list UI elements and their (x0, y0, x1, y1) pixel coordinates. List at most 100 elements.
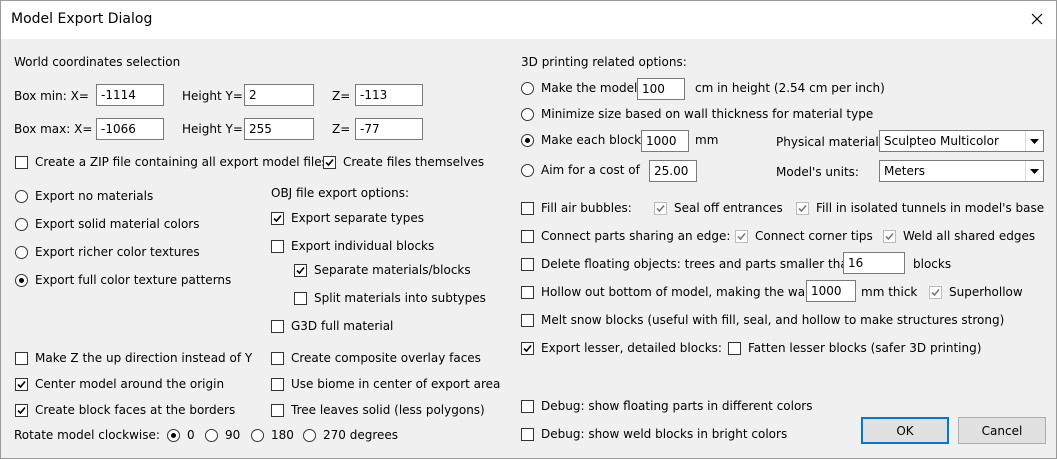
physical-material-select[interactable]: Sculpteo Multicolor (879, 130, 1044, 152)
rotate-270-radio[interactable] (303, 429, 316, 442)
g3d-checkbox[interactable] (271, 320, 284, 333)
box-max-z-label: Z= (332, 122, 351, 136)
biome-checkbox[interactable] (271, 378, 284, 391)
center-model-checkbox[interactable] (15, 378, 28, 391)
full-texture-radio[interactable] (15, 274, 28, 287)
physical-material-value: Sculpteo Multicolor (884, 134, 999, 148)
rotate-180-radio[interactable] (251, 429, 264, 442)
composite-faces-label: Create composite overlay faces (291, 351, 481, 365)
full-texture-label: Export full color texture patterns (35, 273, 232, 287)
close-button[interactable] (1023, 5, 1051, 33)
box-min-y-input[interactable]: 2 (244, 84, 314, 106)
rotate-0-radio[interactable] (167, 429, 180, 442)
cancel-button[interactable]: Cancel (958, 417, 1046, 444)
hollow-suffix: mm thick (861, 285, 918, 299)
solid-colors-radio[interactable] (15, 218, 28, 231)
model-units-label: Model's units: (776, 165, 859, 179)
weld-edges-label: Weld all shared edges (903, 229, 1036, 243)
separate-materials-checkbox[interactable] (294, 264, 307, 277)
seal-entrances-label: Seal off entrances (674, 201, 783, 215)
minimize-label: Minimize size based on wall thickness fo… (541, 107, 874, 121)
box-max-x-input[interactable]: -1066 (96, 118, 164, 140)
export-lesser-checkbox[interactable] (521, 342, 534, 355)
debug-floating-checkbox[interactable] (521, 400, 534, 413)
box-min-z-label: Z= (332, 89, 351, 103)
superhollow-label: Superhollow (949, 285, 1023, 299)
hollow-checkbox[interactable] (521, 286, 534, 299)
rotate-0-label: 0 (187, 428, 195, 442)
physical-material-label: Physical material: (776, 135, 883, 149)
fill-air-label: Fill air bubbles: (541, 201, 632, 215)
separate-types-label: Export separate types (291, 211, 424, 225)
composite-faces-checkbox[interactable] (271, 352, 284, 365)
checkmark-icon (656, 204, 665, 213)
delete-floating-label: Delete floating objects: trees and parts… (541, 257, 856, 271)
center-model-label: Center model around the origin (35, 377, 225, 391)
export-lesser-label: Export lesser, detailed blocks: (541, 341, 722, 355)
fill-tunnels-label: Fill in isolated tunnels in model's base (816, 201, 1045, 215)
connect-parts-checkbox[interactable] (521, 230, 534, 243)
box-max-height-label: Height Y= (182, 122, 243, 136)
chevron-down-icon (1025, 131, 1043, 151)
zip-label: Create a ZIP file containing all export … (35, 155, 328, 169)
checkmark-icon (273, 214, 282, 223)
corner-tips-checkbox[interactable] (735, 230, 748, 243)
each-block-radio[interactable] (521, 134, 534, 147)
debug-weld-checkbox[interactable] (521, 428, 534, 441)
weld-edges-checkbox[interactable] (883, 230, 896, 243)
split-materials-checkbox[interactable] (294, 292, 307, 305)
checkmark-icon (885, 232, 894, 241)
box-min-label: Box min: X= (14, 89, 89, 103)
rotate-90-radio[interactable] (205, 429, 218, 442)
corner-tips-label: Connect corner tips (755, 229, 873, 243)
box-max-z-input[interactable]: -77 (355, 118, 423, 140)
create-files-label: Create files themselves (343, 155, 485, 169)
individual-blocks-checkbox[interactable] (271, 240, 284, 253)
minimize-radio[interactable] (521, 108, 534, 121)
radio-dot-icon (171, 433, 176, 438)
box-min-x-input[interactable]: -1114 (96, 84, 164, 106)
wall-thickness-input[interactable]: 1000 (806, 280, 856, 302)
floating-size-input[interactable]: 16 (843, 252, 905, 274)
delete-floating-suffix: blocks (913, 257, 952, 271)
hollow-label: Hollow out bottom of model, making the w… (541, 285, 819, 299)
superhollow-checkbox[interactable] (929, 286, 942, 299)
box-max-y-input[interactable]: 255 (244, 118, 314, 140)
make-height-suffix: cm in height (2.54 cm per inch) (695, 81, 885, 95)
cost-input[interactable]: 25.00 (649, 160, 697, 182)
model-units-select[interactable]: Meters (879, 160, 1044, 182)
fatten-lesser-checkbox[interactable] (728, 342, 741, 355)
box-max-label: Box max: X= (14, 122, 93, 136)
separate-types-checkbox[interactable] (271, 212, 284, 225)
fill-tunnels-checkbox[interactable] (796, 202, 809, 215)
model-export-dialog: Model Export Dialog World coordinates se… (0, 0, 1057, 459)
no-materials-radio[interactable] (15, 190, 28, 203)
seal-entrances-checkbox[interactable] (654, 202, 667, 215)
title-bar: Model Export Dialog (1, 1, 1056, 39)
box-min-z-input[interactable]: -113 (355, 84, 423, 106)
block-size-input[interactable]: 1000 (641, 130, 689, 152)
create-files-checkbox[interactable] (323, 156, 336, 169)
checkmark-icon (325, 158, 334, 167)
richer-textures-radio[interactable] (15, 246, 28, 259)
checkmark-icon (931, 288, 940, 297)
separate-materials-label: Separate materials/blocks (314, 263, 471, 277)
richer-textures-label: Export richer color textures (35, 245, 200, 259)
zip-checkbox[interactable] (15, 156, 28, 169)
make-height-label: Make the model (541, 81, 638, 95)
melt-snow-checkbox[interactable] (521, 314, 534, 327)
block-faces-checkbox[interactable] (15, 404, 28, 417)
tree-leaves-checkbox[interactable] (271, 404, 284, 417)
z-up-checkbox[interactable] (15, 352, 28, 365)
ok-button[interactable]: OK (861, 417, 949, 444)
individual-blocks-label: Export individual blocks (291, 239, 435, 253)
make-height-radio[interactable] (521, 82, 534, 95)
model-height-input[interactable]: 100 (637, 78, 685, 100)
radio-dot-icon (19, 278, 24, 283)
cost-radio[interactable] (521, 164, 534, 177)
fill-air-checkbox[interactable] (521, 202, 534, 215)
checkmark-icon (798, 204, 807, 213)
printing-heading: 3D printing related options: (521, 55, 687, 69)
debug-weld-label: Debug: show weld blocks in bright colors (541, 427, 788, 441)
delete-floating-checkbox[interactable] (521, 258, 534, 271)
